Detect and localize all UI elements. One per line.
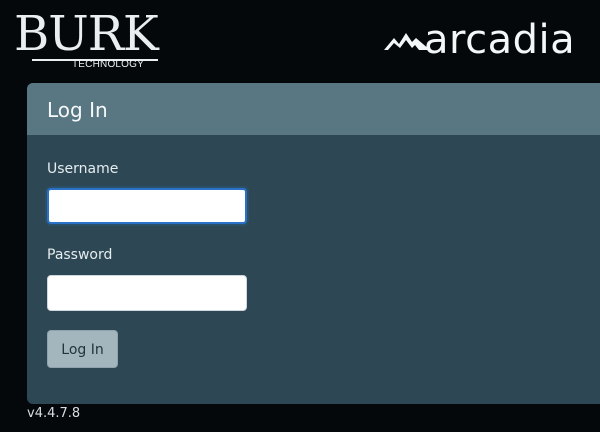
arcadia-wordmark: arcadia — [424, 17, 576, 63]
login-panel: Log In Username Password Log In — [27, 83, 600, 404]
burk-logo-subtitle: TECHNOLOGY — [72, 59, 145, 70]
version-label: v4.4.7.8 — [27, 406, 81, 421]
arcadia-logo: arcadia — [384, 14, 584, 64]
password-field[interactable] — [47, 275, 247, 311]
app-header: BURK TECHNOLOGY arcadia — [0, 0, 600, 80]
page-title: Log In — [47, 98, 108, 122]
username-label: Username — [47, 161, 119, 177]
login-button[interactable]: Log In — [47, 330, 118, 368]
burk-logo: BURK TECHNOLOGY — [14, 10, 174, 70]
burk-logo-wordmark: BURK — [14, 6, 159, 62]
username-field[interactable] — [47, 188, 247, 224]
login-panel-header: Log In — [27, 83, 600, 135]
password-label: Password — [47, 247, 113, 263]
